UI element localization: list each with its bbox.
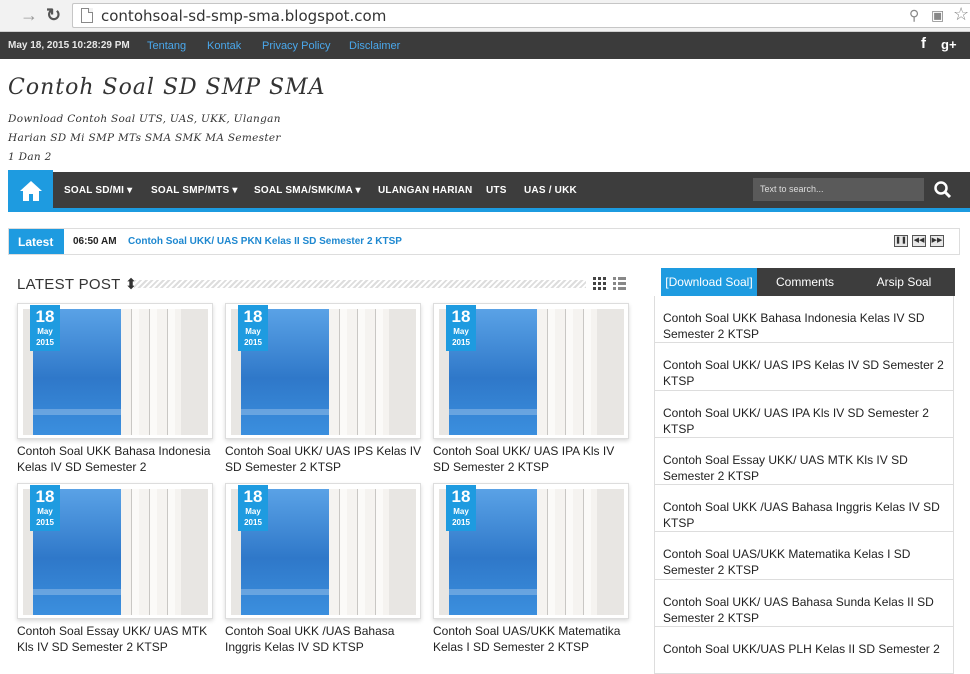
list-item[interactable]: Contoh Soal UKK/ UAS Bahasa Sunda Kelas … xyxy=(655,580,953,628)
post-title[interactable]: Contoh Soal UAS/UKK Matematika Kelas I S… xyxy=(433,623,633,655)
post-date-badge: 18 May 2015 xyxy=(446,485,476,531)
prev-icon[interactable]: ◀◀ xyxy=(912,235,926,247)
current-date: May 18, 2015 10:28:29 PM xyxy=(8,40,130,51)
link-privacy-policy[interactable]: Privacy Policy xyxy=(262,40,330,52)
latest-ticker: Latest 06:50 AM Contoh Soal UKK/ UAS PKN… xyxy=(8,228,960,255)
link-kontak[interactable]: Kontak xyxy=(207,40,241,52)
nav-soal-smp-mts[interactable]: SOAL SMP/MTS ▾ xyxy=(151,185,238,196)
list-item[interactable]: Contoh Soal UKK/ UAS IPA Kls IV SD Semes… xyxy=(655,391,953,438)
ticker-link[interactable]: Contoh Soal UKK/ UAS PKN Kelas II SD Sem… xyxy=(128,236,402,247)
tab-download-soal[interactable]: [Download Soal] xyxy=(661,268,757,296)
site-title[interactable]: Contoh Soal SD SMP SMA xyxy=(8,75,326,100)
home-button[interactable] xyxy=(8,170,53,212)
link-tentang[interactable]: Tentang xyxy=(147,40,186,52)
reload-icon[interactable]: ↻ xyxy=(46,5,61,25)
tab-comments[interactable]: Comments xyxy=(757,268,853,296)
sidebar-tabs: [Download Soal] Comments Arsip Soal xyxy=(661,268,955,296)
list-view-icon[interactable] xyxy=(613,277,626,290)
post-date-badge: 18 May 2015 xyxy=(446,305,476,351)
nav-uts[interactable]: UTS xyxy=(486,185,507,196)
post-title[interactable]: Contoh Soal UKK/ UAS IPA Kls IV SD Semes… xyxy=(433,443,633,475)
site-description: Download Contoh Soal UTS, UAS, UKK, Ulan… xyxy=(8,113,281,163)
post-date-badge: 18 May 2015 xyxy=(238,485,268,531)
translate-icon[interactable]: ▣ xyxy=(931,7,944,24)
list-item[interactable]: Contoh Soal Essay UKK/ UAS MTK Kls IV SD… xyxy=(655,438,953,486)
home-icon xyxy=(19,181,42,201)
search-input[interactable]: Text to search... xyxy=(753,178,924,201)
zoom-icon[interactable]: ⚲ xyxy=(909,7,919,24)
post-title[interactable]: Contoh Soal UKK /UAS Bahasa Inggris Kela… xyxy=(225,623,425,655)
next-icon[interactable]: ▶▶ xyxy=(930,235,944,247)
post-title[interactable]: Contoh Soal UKK/ UAS IPS Kelas IV SD Sem… xyxy=(225,443,425,475)
list-item[interactable]: Contoh Soal UKK /UAS Bahasa Inggris Kela… xyxy=(655,485,953,533)
post-date-badge: 18 May 2015 xyxy=(30,485,60,531)
main-nav: SOAL SD/MI ▾ SOAL SMP/MTS ▾ SOAL SMA/SMK… xyxy=(8,170,970,212)
nav-ulangan-harian[interactable]: ULANGAN HARIAN xyxy=(378,185,472,196)
list-item[interactable]: Contoh Soal UKK/ UAS IPS Kelas IV SD Sem… xyxy=(655,343,953,391)
address-bar[interactable]: contohsoal-sd-smp-sma.blogspot.com ⚲ ▣ ☆ xyxy=(72,3,970,28)
latest-post-heading[interactable]: LATEST POST ⬍ xyxy=(17,275,138,293)
nav-soal-sma-smk-ma[interactable]: SOAL SMA/SMK/MA ▾ xyxy=(254,185,361,196)
nav-soal-sd-mi[interactable]: SOAL SD/MI ▾ xyxy=(64,185,132,196)
tab-arsip-soal[interactable]: Arsip Soal xyxy=(853,268,955,296)
post-date-badge: 18 May 2015 xyxy=(30,305,60,351)
pause-icon[interactable]: ❚❚ xyxy=(894,235,908,247)
ticker-label: Latest xyxy=(9,229,64,254)
link-disclaimer[interactable]: Disclaimer xyxy=(349,40,400,52)
url-text: contohsoal-sd-smp-sma.blogspot.com xyxy=(101,7,387,25)
nav-uas-ukk[interactable]: UAS / UKK xyxy=(524,185,577,196)
post-title[interactable]: Contoh Soal UKK Bahasa Indonesia Kelas I… xyxy=(17,443,217,475)
grid-view-icon[interactable] xyxy=(593,277,606,290)
google-plus-icon[interactable]: g+ xyxy=(941,37,957,52)
search-icon[interactable] xyxy=(933,180,953,200)
page-icon xyxy=(81,8,93,23)
list-item[interactable]: Contoh Soal UKK Bahasa Indonesia Kelas I… xyxy=(655,296,953,344)
list-item[interactable]: Contoh Soal UKK/UAS PLH Kelas II SD Seme… xyxy=(655,627,953,674)
facebook-icon[interactable]: f xyxy=(921,35,926,52)
top-bar: May 18, 2015 10:28:29 PM Tentang Kontak … xyxy=(0,32,970,59)
forward-icon[interactable]: → xyxy=(20,5,38,25)
ticker-time: 06:50 AM xyxy=(73,236,117,247)
heading-divider xyxy=(134,280,586,288)
list-item[interactable]: Contoh Soal UAS/UKK Matematika Kelas I S… xyxy=(655,532,953,580)
bookmark-star-icon[interactable]: ☆ xyxy=(953,4,969,25)
post-date-badge: 18 May 2015 xyxy=(238,305,268,351)
browser-toolbar: → ↻ contohsoal-sd-smp-sma.blogspot.com ⚲… xyxy=(0,0,970,32)
sidebar-post-list: Contoh Soal UKK Bahasa Indonesia Kelas I… xyxy=(654,296,954,674)
post-title[interactable]: Contoh Soal Essay UKK/ UAS MTK Kls IV SD… xyxy=(17,623,217,655)
